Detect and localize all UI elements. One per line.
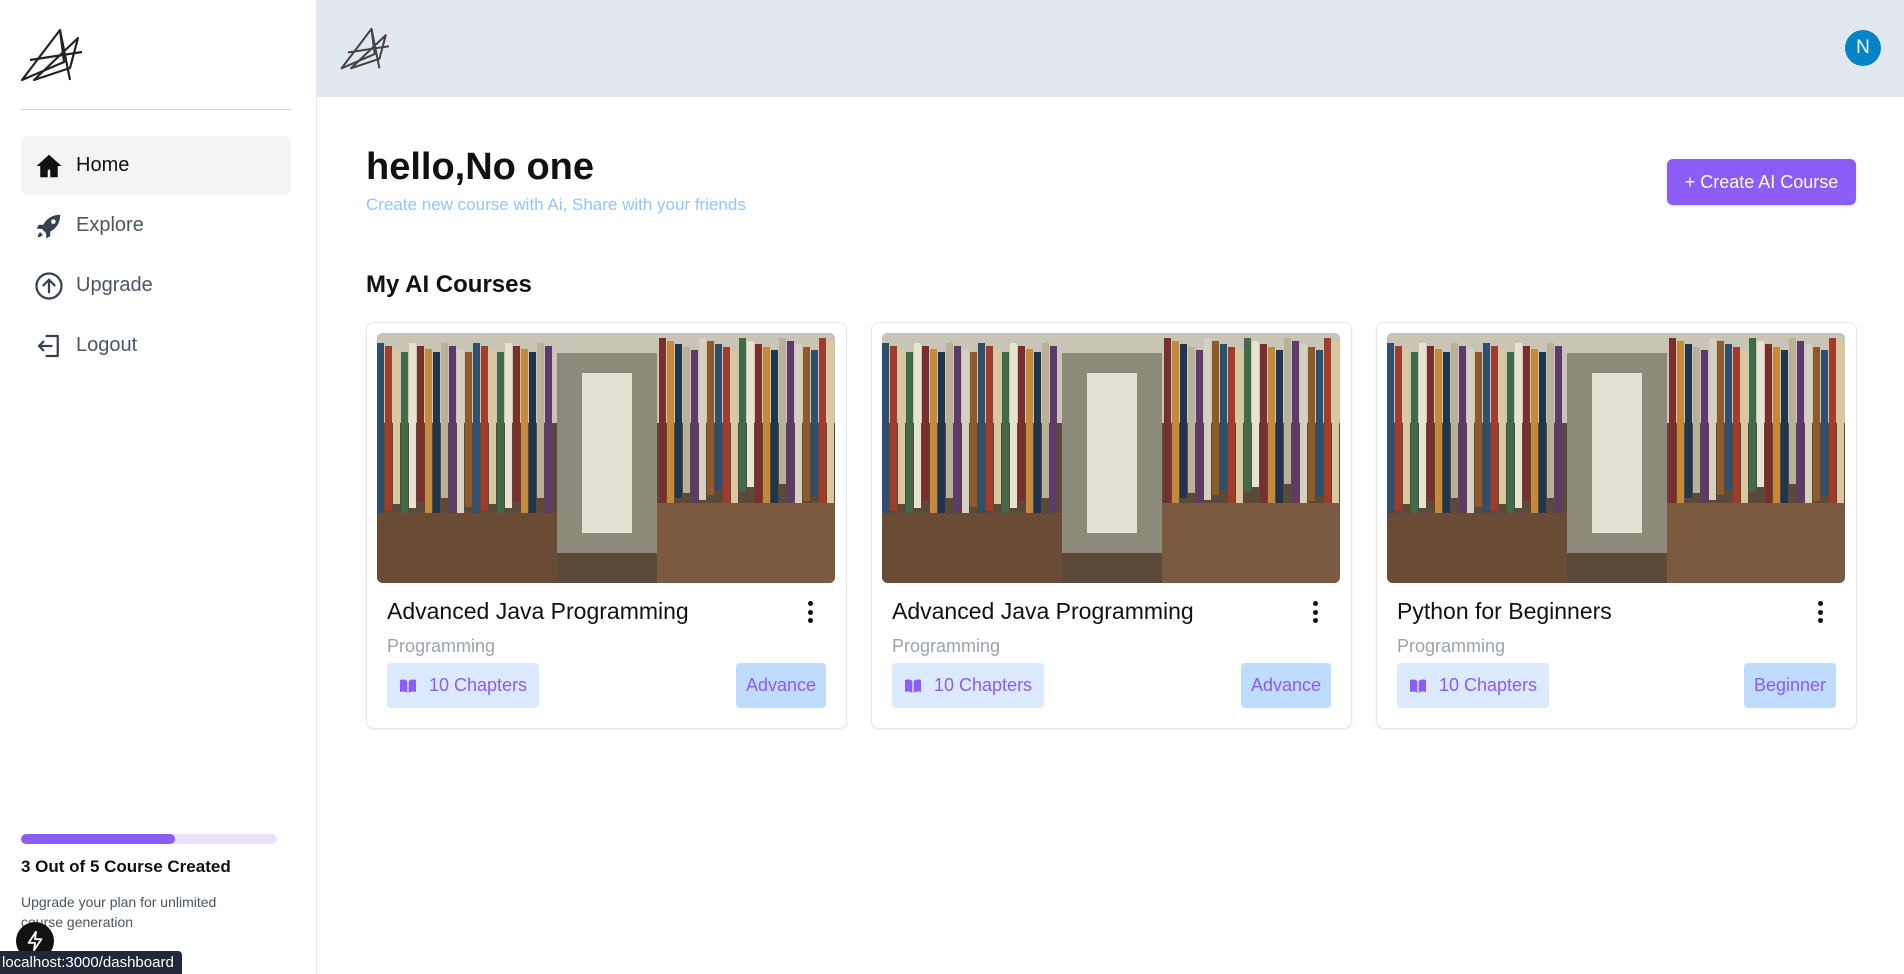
course-title[interactable]: Python for Beginners [1397, 598, 1612, 625]
course-thumbnail [882, 333, 1340, 583]
header-logo[interactable] [340, 24, 392, 70]
course-card[interactable]: Advanced Java Programming Programming 10… [366, 322, 847, 729]
sidebar-item-home[interactable]: Home [21, 136, 291, 195]
usage-panel: 3 Out of 5 Course Created Upgrade your p… [21, 834, 277, 932]
more-options-icon[interactable] [1812, 599, 1828, 625]
level-badge: Beginner [1743, 663, 1836, 708]
course-thumbnail [1387, 333, 1845, 583]
section-title: My AI Courses [366, 271, 532, 298]
level-badge: Advance [735, 663, 826, 708]
chapters-count: 10 Chapters [934, 675, 1033, 695]
user-avatar[interactable]: N [1845, 30, 1881, 66]
course-usage-progress-fill [21, 834, 175, 844]
status-bar-url: localhost:3000/dashboard [0, 951, 182, 974]
top-header: N [317, 0, 1904, 97]
sidebar-item-upgrade[interactable]: Upgrade [21, 256, 291, 315]
usage-title: 3 Out of 5 Course Created [21, 857, 231, 876]
create-ai-course-button[interactable]: + Create AI Course [1667, 159, 1856, 205]
sidebar-nav: Home Explore Upgrade Logout [21, 136, 291, 376]
course-card[interactable]: Advanced Java Programming Programming 10… [871, 322, 1352, 729]
more-options-icon[interactable] [1307, 599, 1323, 625]
course-category: Programming [892, 636, 1001, 656]
chapters-badge: 10 Chapters [387, 663, 540, 708]
course-usage-progress [21, 834, 277, 844]
rocket-icon [34, 211, 64, 241]
book-open-icon [1410, 678, 1426, 693]
chapters-count: 10 Chapters [429, 675, 528, 695]
sidebar: Home Explore Upgrade Logout 3 Out of 5 C… [0, 0, 317, 974]
sidebar-item-logout[interactable]: Logout [21, 316, 291, 375]
course-title[interactable]: Advanced Java Programming [892, 598, 1194, 625]
greeting-prefix: hello, [366, 146, 466, 188]
course-category: Programming [1397, 636, 1506, 656]
sidebar-item-label: Explore [76, 214, 144, 236]
logout-icon [34, 331, 64, 361]
page-title: hello,No one [366, 146, 594, 189]
chapters-badge: 10 Chapters [892, 663, 1045, 708]
book-open-icon [905, 678, 921, 693]
chapters-badge: 10 Chapters [1397, 663, 1550, 708]
usage-subtitle: Upgrade your plan for unlimited course g… [21, 894, 217, 930]
app-logo[interactable] [20, 24, 86, 82]
page-subtitle: Create new course with Ai, Share with yo… [366, 195, 746, 214]
course-thumbnail [377, 333, 835, 583]
course-card[interactable]: Python for Beginners Programming 10 Chap… [1376, 322, 1857, 729]
sidebar-item-label: Home [76, 154, 130, 176]
arrow-up-circle-icon [34, 271, 64, 301]
home-icon [34, 151, 64, 181]
more-options-icon[interactable] [802, 599, 818, 625]
sidebar-item-label: Logout [76, 334, 138, 356]
course-title[interactable]: Advanced Java Programming [387, 598, 689, 625]
sidebar-item-explore[interactable]: Explore [21, 196, 291, 255]
sidebar-divider [21, 109, 291, 110]
greeting-name: No one [465, 146, 595, 188]
chapters-count: 10 Chapters [1439, 675, 1538, 695]
course-category: Programming [387, 636, 496, 656]
book-open-icon [400, 678, 416, 693]
sidebar-item-label: Upgrade [76, 274, 153, 296]
level-badge: Advance [1240, 663, 1331, 708]
